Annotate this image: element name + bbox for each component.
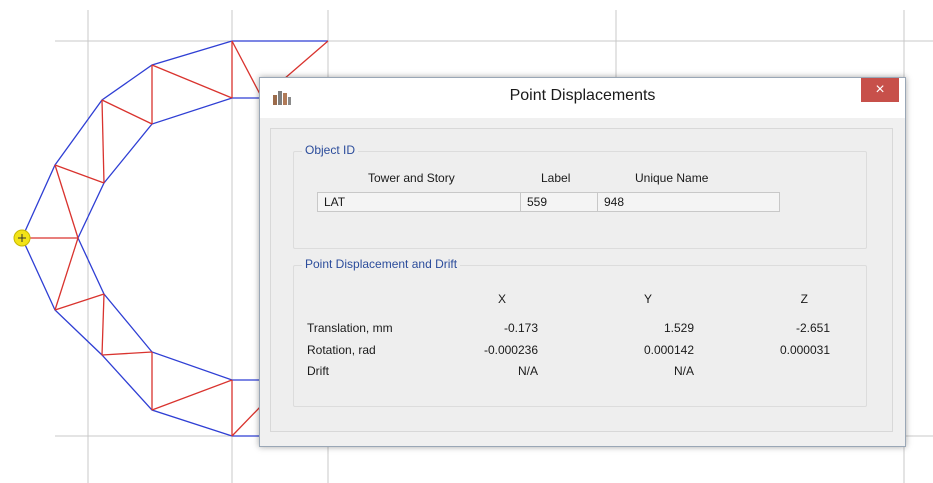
- dialog-title: Point Displacements: [509, 87, 656, 104]
- inner-arc-member: [77, 97, 262, 381]
- point-displacements-dialog: Point Displacements × Object ID Tower an…: [259, 77, 906, 447]
- unique-name-field[interactable]: 948: [597, 192, 780, 212]
- brace: [101, 99, 105, 184]
- tower-story-header: Tower and Story: [368, 171, 455, 185]
- rotation-z-value: 0.000031: [779, 343, 830, 357]
- label-header: Label: [541, 171, 571, 185]
- tower-story-field[interactable]: LAT: [317, 192, 521, 212]
- brace: [54, 164, 79, 239]
- brace: [101, 351, 153, 356]
- brace: [151, 64, 233, 99]
- drift-x-value: N/A: [517, 364, 538, 378]
- row-label-translation: Translation, mm: [307, 321, 393, 335]
- close-button[interactable]: ×: [861, 78, 899, 102]
- translation-x-value: -0.173: [503, 321, 538, 335]
- column-header-z: Z: [800, 292, 808, 306]
- brace: [54, 237, 79, 311]
- column-header-y: Y: [643, 292, 652, 306]
- title-bar[interactable]: Point Displacements ×: [260, 78, 905, 118]
- translation-z-value: -2.651: [795, 321, 830, 335]
- drift-y-value: N/A: [673, 364, 694, 378]
- brace: [54, 164, 105, 184]
- displacement-group-title: Point Displacement and Drift: [302, 257, 461, 271]
- brace: [101, 293, 105, 356]
- row-label-drift: Drift: [307, 364, 329, 378]
- brace: [101, 99, 153, 125]
- brace: [231, 404, 263, 437]
- dialog-content: Object ID Tower and Story Label Unique N…: [270, 128, 893, 432]
- brace: [231, 40, 263, 99]
- column-header-x: X: [497, 292, 506, 306]
- selected-point-marker[interactable]: [13, 229, 31, 247]
- label-field[interactable]: 559: [520, 192, 598, 212]
- rotation-x-value: -0.000236: [483, 343, 538, 357]
- row-label-rotation: Rotation, rad: [307, 343, 376, 357]
- brace: [54, 293, 105, 311]
- object-id-group: Object ID Tower and Story Label Unique N…: [293, 143, 867, 249]
- brace: [151, 379, 233, 411]
- rotation-y-value: 0.000142: [643, 343, 694, 357]
- displacement-group: Point Displacement and Drift X Y Z Trans…: [293, 257, 867, 407]
- unique-name-header: Unique Name: [635, 171, 709, 185]
- translation-y-value: 1.529: [663, 321, 694, 335]
- object-id-group-title: Object ID: [302, 143, 359, 157]
